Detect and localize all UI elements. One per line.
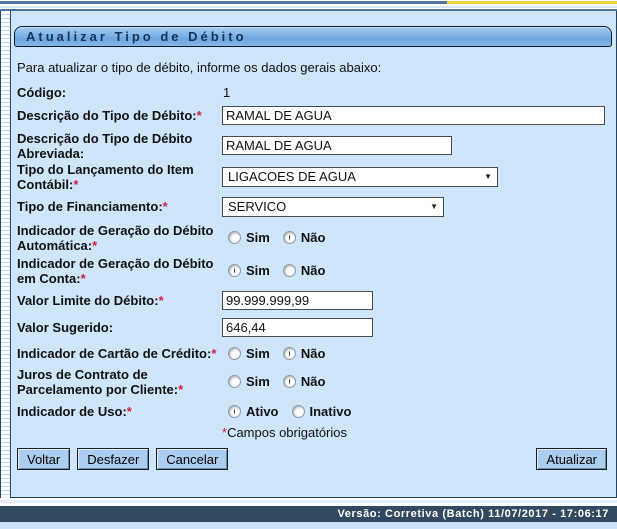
- required-asterisk: *: [73, 177, 78, 192]
- descricao-abreviada-label: Descrição do Tipo de Débito Abreviada:: [17, 131, 222, 161]
- tipo-financiamento-label: Tipo de Financiamento:*: [17, 199, 222, 214]
- radio-nao[interactable]: [283, 264, 296, 277]
- required-asterisk: *: [81, 271, 86, 286]
- radio-label[interactable]: Sim: [246, 374, 270, 389]
- content-frame: Atualizar Tipo de Débito Para atualizar …: [0, 11, 617, 498]
- codigo-label: Código:: [17, 85, 222, 100]
- radio-label[interactable]: Não: [301, 374, 326, 389]
- geracao-automatica-label: Indicador de Geração do Débito Automátic…: [17, 223, 222, 253]
- radio-sim[interactable]: [228, 347, 241, 360]
- form-row-geracao-em-conta: Indicador de Geração do Débito em Conta:…: [17, 254, 612, 287]
- required-asterisk: *: [159, 293, 164, 308]
- form-row-descricao-abreviada: Descrição do Tipo de Débito Abreviada:: [17, 130, 612, 161]
- radio-sim[interactable]: [228, 264, 241, 277]
- form: Código: 1 Descrição do Tipo de Débito:* …: [14, 84, 612, 440]
- required-fields-note: * Campos obrigatórios: [222, 425, 347, 440]
- required-asterisk: *: [127, 404, 132, 419]
- tipo-lancamento-label: Tipo do Lançamento do Item Contábil:*: [17, 162, 222, 192]
- main-panel: Atualizar Tipo de Débito Para atualizar …: [11, 11, 617, 498]
- form-row-cartao-credito: Indicador de Cartão de Crédito:* Sim Não: [17, 341, 612, 365]
- valor-sugerido-label: Valor Sugerido:: [17, 320, 222, 335]
- page-title-bar: Atualizar Tipo de Débito: [14, 26, 612, 47]
- radio-label[interactable]: Não: [301, 346, 326, 361]
- cartao-credito-label: Indicador de Cartão de Crédito:*: [17, 346, 222, 361]
- valor-limite-label: Valor Limite do Débito:*: [17, 293, 222, 308]
- form-row-footnote: * Campos obrigatórios: [17, 424, 612, 440]
- left-frame-border: [0, 11, 11, 498]
- indicador-uso-radios: Ativo Inativo: [228, 404, 364, 419]
- form-row-tipo-financiamento: Tipo de Financiamento:* SERVICO ▼: [17, 192, 612, 221]
- version-bar: Versão: Corretiva (Batch) 11/07/2017 - 1…: [0, 506, 617, 522]
- voltar-button[interactable]: Voltar: [17, 448, 70, 470]
- form-row-juros-parcelamento: Juros de Contrato de Parcelamento por Cl…: [17, 365, 612, 398]
- radio-label[interactable]: Sim: [246, 230, 270, 245]
- radio-label[interactable]: Inativo: [310, 404, 352, 419]
- radio-sim[interactable]: [228, 375, 241, 388]
- radio-label[interactable]: Não: [301, 263, 326, 278]
- required-asterisk: *: [163, 199, 168, 214]
- radio-label[interactable]: Ativo: [246, 404, 279, 419]
- cancelar-button[interactable]: Cancelar: [156, 448, 228, 470]
- page-title: Atualizar Tipo de Débito: [26, 29, 247, 44]
- radio-sim[interactable]: [228, 231, 241, 244]
- form-row-indicador-uso: Indicador de Uso:* Ativo Inativo: [17, 398, 612, 424]
- radio-nao[interactable]: [283, 231, 296, 244]
- radio-label[interactable]: Sim: [246, 263, 270, 278]
- tipo-lancamento-select[interactable]: LIGACOES DE AGUA ▼: [222, 167, 498, 187]
- geracao-automatica-radios: Sim Não: [228, 230, 338, 245]
- descricao-label: Descrição do Tipo de Débito:*: [17, 108, 222, 123]
- juros-parcelamento-label: Juros de Contrato de Parcelamento por Cl…: [17, 367, 222, 397]
- required-asterisk: *: [92, 238, 97, 253]
- form-row-valor-sugerido: Valor Sugerido:: [17, 314, 612, 341]
- required-asterisk: *: [211, 346, 216, 361]
- atualizar-button[interactable]: Atualizar: [536, 448, 607, 470]
- geracao-em-conta-radios: Sim Não: [228, 263, 338, 278]
- codigo-value: 1: [222, 85, 230, 100]
- form-row-codigo: Código: 1: [17, 84, 612, 101]
- tipo-financiamento-select[interactable]: SERVICO ▼: [222, 197, 444, 217]
- juros-parcelamento-radios: Sim Não: [228, 374, 338, 389]
- radio-inativo[interactable]: [292, 405, 305, 418]
- radio-ativo[interactable]: [228, 405, 241, 418]
- desfazer-button[interactable]: Desfazer: [77, 448, 149, 470]
- screen: Atualizar Tipo de Débito Para atualizar …: [0, 0, 617, 529]
- radio-label[interactable]: Sim: [246, 346, 270, 361]
- footer-gap: [0, 498, 617, 506]
- bottom-stripe: [0, 522, 617, 529]
- descricao-input[interactable]: [222, 106, 605, 125]
- geracao-em-conta-label: Indicador de Geração do Débito em Conta:…: [17, 256, 222, 286]
- cartao-credito-radios: Sim Não: [228, 346, 338, 361]
- radio-label[interactable]: Não: [301, 230, 326, 245]
- form-row-descricao: Descrição do Tipo de Débito:*: [17, 101, 612, 130]
- descricao-abreviada-input[interactable]: [222, 136, 452, 155]
- action-bar: Voltar Desfazer Cancelar Atualizar: [14, 448, 612, 470]
- form-row-geracao-automatica: Indicador de Geração do Débito Automátic…: [17, 221, 612, 254]
- form-row-tipo-lancamento: Tipo do Lançamento do Item Contábil:* LI…: [17, 161, 612, 192]
- valor-limite-input[interactable]: [222, 291, 373, 310]
- intro-text: Para atualizar o tipo de débito, informe…: [14, 60, 612, 75]
- radio-nao[interactable]: [283, 375, 296, 388]
- radio-nao[interactable]: [283, 347, 296, 360]
- version-text: Versão: Corretiva (Batch) 11/07/2017 - 1…: [337, 508, 609, 520]
- valor-sugerido-input[interactable]: [222, 318, 373, 337]
- required-asterisk: *: [197, 108, 202, 123]
- indicador-uso-label: Indicador de Uso:*: [17, 404, 222, 419]
- form-row-valor-limite: Valor Limite do Débito:*: [17, 287, 612, 314]
- required-asterisk: *: [178, 382, 183, 397]
- dropdown-arrow-icon: ▼: [430, 202, 438, 211]
- dropdown-arrow-icon: ▼: [484, 172, 492, 181]
